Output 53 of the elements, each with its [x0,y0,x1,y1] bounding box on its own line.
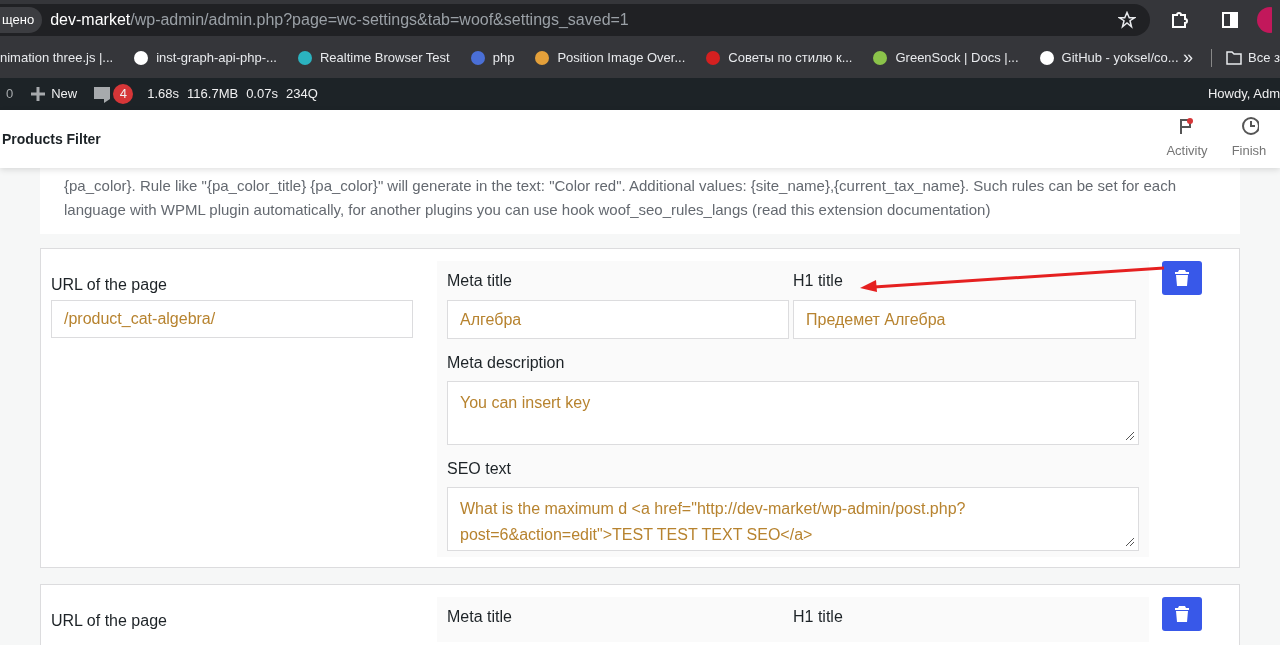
extensions-icon[interactable] [1170,10,1190,30]
bookmark-icon [872,49,889,66]
bookmark[interactable]: nimation three.js |... [0,47,114,68]
field-label: Meta title [447,271,512,291]
bookmarks-overflow[interactable]: » [1183,44,1193,71]
page-title: Products Filter [2,129,101,149]
star-icon[interactable] [1118,11,1136,29]
resize-handle-icon[interactable] [1126,432,1134,440]
query-monitor-stat[interactable]: 116.7MB [187,84,239,104]
bookmark[interactable]: Советы по стилю к... [705,47,853,68]
field-label: SEO text [447,459,513,479]
trash-icon [1175,606,1189,622]
field-label: URL of the page [51,611,168,631]
bookmark[interactable]: GreenSock | Docs |... [872,47,1019,68]
howdy-text[interactable]: Howdy, Adm [1208,84,1280,104]
all-bookmarks[interactable]: Все з [1248,47,1280,68]
header-action[interactable]: Activity [1156,117,1218,161]
bookmark-icon [534,49,551,66]
bookmark[interactable]: php [469,47,515,68]
folder-icon [1226,50,1242,65]
description-text: {pa_color}. Rule like "{pa_color_title} {pa_color}" will generate in the text: "Color red". Additional values: {site_name},{current_tax_name}. Such rules can be set for each language with WPML plugin automatically, for another plugins you can use hook woof_seo_rules_langs (read this extension documentation) [64,176,1177,220]
url-text: dev-market/wp-admin/admin.php?page=wc-settings&tab=woof&settings_saved=1 [50,10,629,30]
address-bar[interactable]: щено dev-market/wp-admin/admin.php?page=wc-settings&tab=woof&settings_saved=1 [0,4,1150,36]
field-label: H1 title [793,607,843,627]
notification-badge: 4 [113,84,134,104]
plus-icon [31,87,46,101]
side-panel-icon[interactable] [1222,12,1238,28]
trash-icon [1175,270,1189,286]
bookmark[interactable]: GitHub - yoksel/co... [1038,47,1179,68]
query-monitor-stat[interactable]: 0.07s [246,84,278,104]
bookmark[interactable]: Position Image Over... [534,47,686,68]
security-chip[interactable]: щено [0,7,43,33]
comments-count[interactable]: 0 [6,84,14,104]
bookmark-icon [1038,49,1055,66]
field-label: Meta description [447,353,566,373]
delete-button[interactable] [1162,597,1202,631]
field-label: H1 title [793,271,843,291]
flag-icon [1178,117,1196,136]
delete-button[interactable] [1162,261,1202,295]
header-action[interactable]: Finish [1218,117,1280,161]
bookmark-icon [296,49,313,66]
bookmark-icon [705,49,722,66]
query-monitor-stat[interactable]: 1.68s [147,84,180,104]
bookmark[interactable]: inst-graph-api-php-... [133,47,277,68]
new-menu[interactable]: New [31,84,78,104]
resize-handle-icon[interactable] [1126,538,1134,546]
clock-icon [1239,117,1259,136]
bookmark-icon [469,49,486,66]
query-monitor-stat[interactable]: 234Q [285,84,318,104]
bookmark-icon [133,49,150,66]
bookmark[interactable]: Realtime Browser Test [296,47,450,68]
field-label: URL of the page [51,275,168,295]
field-label: Meta title [447,607,512,627]
